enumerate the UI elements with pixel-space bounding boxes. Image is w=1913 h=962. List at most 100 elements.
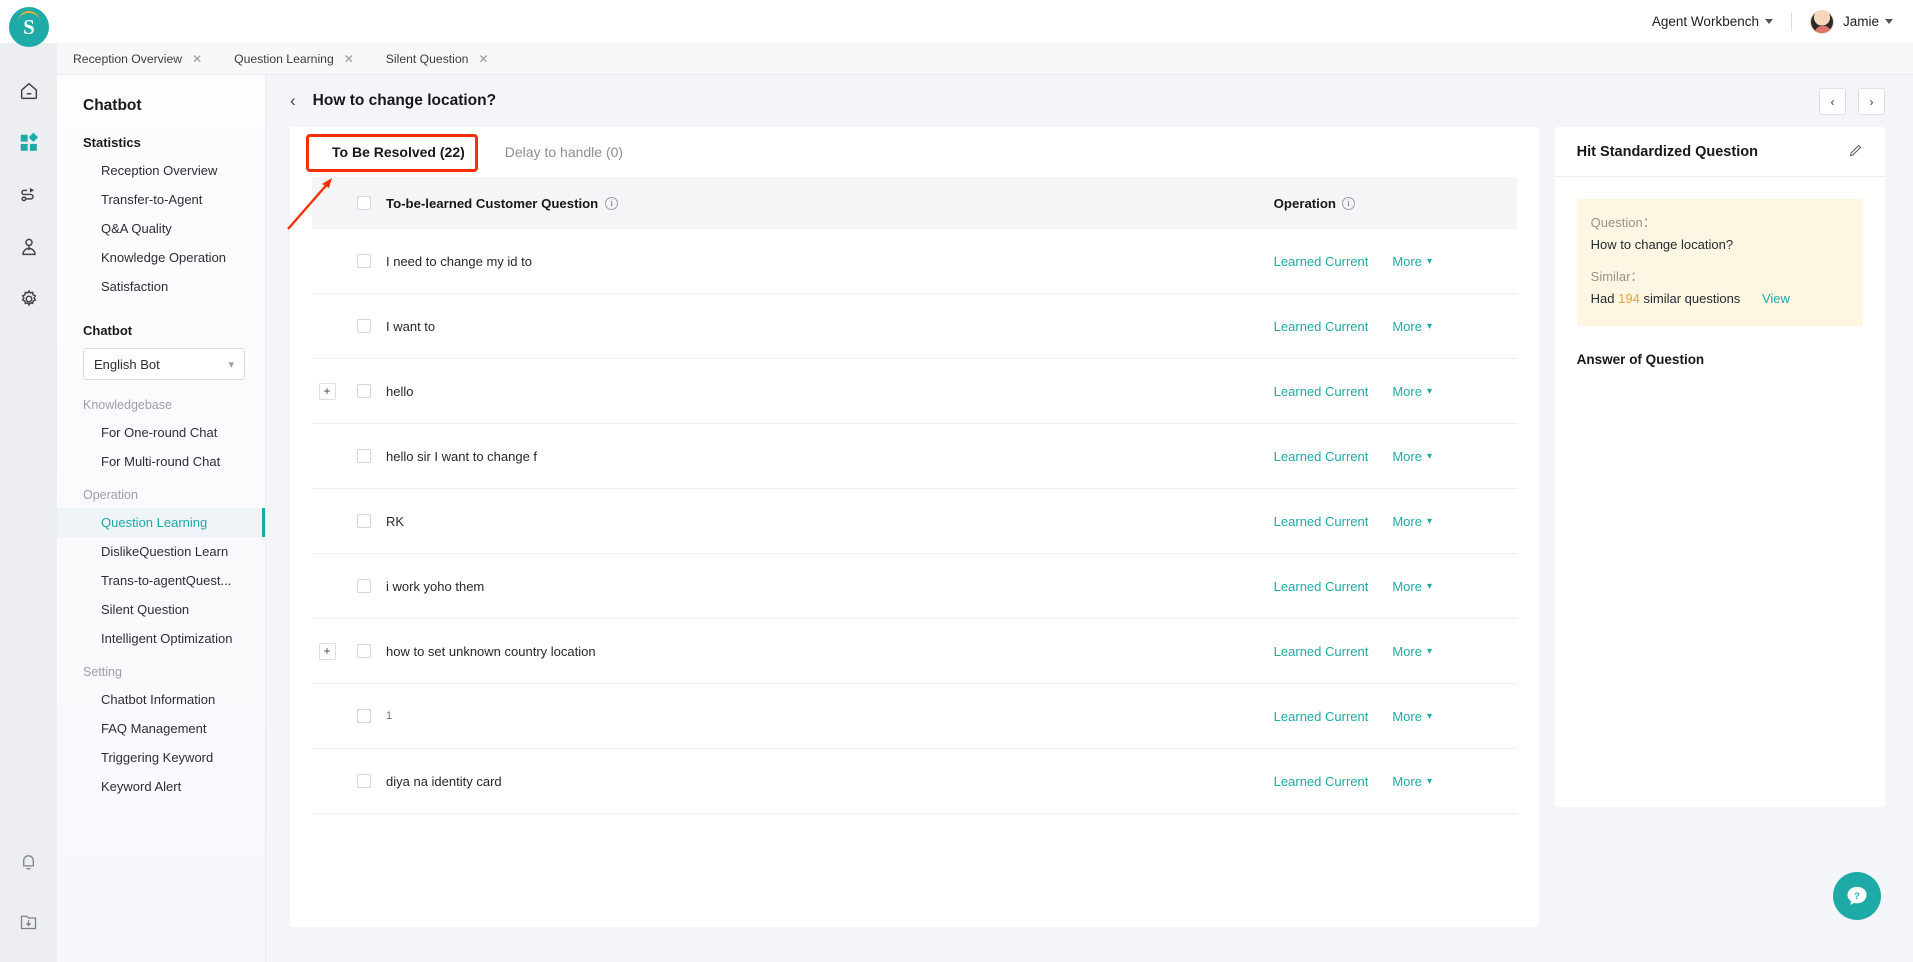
app-logo[interactable]: S [9,7,49,47]
learned-current-link[interactable]: Learned Current [1274,254,1369,269]
row-checkbox[interactable] [357,319,371,333]
more-dropdown[interactable]: More ▾ [1392,709,1432,724]
more-label: More [1392,773,1422,789]
row-checkbox[interactable] [357,579,371,593]
row-checkbox[interactable] [357,449,371,463]
sidebar-group-setting: Setting [83,665,122,679]
apps-icon[interactable] [16,130,42,156]
icon-rail [0,0,57,962]
more-label: More [1392,383,1422,399]
sidebar-item-dislikequestion-learn[interactable]: DislikeQuestion Learn [57,537,265,566]
sidebar-item-faq-management[interactable]: FAQ Management [57,714,265,743]
close-icon[interactable]: ✕ [192,53,202,65]
workspace-tab-label: Silent Question [385,51,469,66]
more-dropdown[interactable]: More ▾ [1392,644,1432,659]
row-checkbox[interactable] [357,709,371,723]
sidebar-item-keyword-alert[interactable]: Keyword Alert [57,772,265,801]
tab-delay-to-handle[interactable]: Delay to handle (0) [485,127,643,177]
sidebar-item-silent-question[interactable]: Silent Question [57,595,265,624]
info-icon[interactable]: i [1341,196,1355,210]
learned-current-link[interactable]: Learned Current [1274,644,1369,659]
table-row[interactable]: + how to set unknown country location Le… [312,619,1517,684]
learned-current-link[interactable]: Learned Current [1274,384,1369,399]
learned-current-link[interactable]: Learned Current [1274,579,1369,594]
previous-button[interactable]: ‹ [1819,88,1846,115]
learned-current-link[interactable]: Learned Current [1274,449,1369,464]
sidebar-item-qa-quality[interactable]: Q&A Quality [57,214,265,243]
more-dropdown[interactable]: More ▾ [1392,579,1432,594]
row-operations: Learned Current More ▾ [1274,319,1517,334]
row-checkbox[interactable] [357,254,371,268]
workspace-tab-silent-question[interactable]: Silent Question ✕ [370,43,505,75]
info-icon[interactable]: i [605,196,619,210]
table-row[interactable]: I want to Learned Current More ▾ [312,294,1517,359]
row-checkbox[interactable] [357,384,371,398]
row-checkbox[interactable] [357,774,371,788]
row-checkbox[interactable] [357,644,371,658]
svg-text:?: ? [1854,891,1860,901]
workflow-icon[interactable] [16,182,42,208]
help-button[interactable]: ? [1833,872,1881,920]
expand-row-button[interactable]: + [318,382,336,400]
sidebar-item-trans-to-agent-question[interactable]: Trans-to-agentQuest... [57,566,265,595]
sidebar-item-transfer-to-agent[interactable]: Transfer-to-Agent [57,185,265,214]
agent-workbench-dropdown[interactable]: Agent Workbench [1652,14,1773,29]
edit-pencil-icon[interactable] [1848,143,1863,161]
view-link[interactable]: View [1762,291,1790,306]
more-label: More [1392,643,1422,659]
table-row[interactable]: 1 Learned Current More ▾ [312,684,1517,749]
sidebar-item-satisfaction[interactable]: Satisfaction [57,272,265,301]
row-question: hello [386,383,414,399]
learned-current-link[interactable]: Learned Current [1274,319,1369,334]
expand-row-button[interactable]: + [318,642,336,660]
workspace-tab-reception-overview[interactable]: Reception Overview ✕ [57,43,218,75]
workspace-tab-question-learning[interactable]: Question Learning ✕ [218,43,370,75]
row-checkbox[interactable] [357,514,371,528]
home-icon[interactable] [16,78,42,104]
more-dropdown[interactable]: More ▾ [1392,384,1432,399]
table-row[interactable]: hello sir I want to change f Learned Cur… [312,424,1517,489]
sidebar-item-intelligent-optimization[interactable]: Intelligent Optimization [57,624,265,653]
gear-icon[interactable] [16,286,42,312]
more-dropdown[interactable]: More ▾ [1392,319,1432,334]
table-row[interactable]: + hello Learned Current More ▾ [312,359,1517,424]
table-row[interactable]: i work yoho them Learned Current More ▾ [312,554,1517,619]
table-row[interactable]: diya na identity card Learned Current Mo… [312,749,1517,814]
bot-select[interactable]: English Bot ▾ [83,348,245,380]
sidebar-item-question-learning[interactable]: Question Learning [57,508,265,537]
similar-section: Similar： Had 194 similar questions View [1591,267,1849,309]
chevron-down-icon: ▾ [1426,320,1432,332]
tab-to-be-resolved[interactable]: To Be Resolved (22) [312,127,485,177]
contact-icon[interactable] [16,234,42,260]
bell-icon[interactable] [16,848,42,874]
table-row[interactable]: I need to change my id to Learned Curren… [312,229,1517,294]
answer-of-question-header: Answer of Question [1576,351,1705,367]
sidebar-item-for-multi-round-chat[interactable]: For Multi-round Chat [57,447,265,476]
sidebar-item-chatbot-information[interactable]: Chatbot Information [57,685,265,714]
row-operations: Learned Current More ▾ [1274,709,1517,724]
next-button[interactable]: › [1858,88,1885,115]
sidebar-item-knowledge-operation[interactable]: Knowledge Operation [57,243,265,272]
more-dropdown[interactable]: More ▾ [1392,254,1432,269]
avatar[interactable] [1809,9,1834,34]
learned-current-link[interactable]: Learned Current [1274,709,1369,724]
more-dropdown[interactable]: More ▾ [1392,514,1432,529]
sidebar-item-reception-overview[interactable]: Reception Overview [57,156,265,185]
table-row[interactable]: RK Learned Current More ▾ [312,489,1517,554]
close-icon[interactable]: ✕ [478,53,488,65]
more-label: More [1392,708,1422,724]
more-dropdown[interactable]: More ▾ [1392,449,1432,464]
back-icon[interactable]: ‹ [290,91,296,111]
sidebar-item-for-one-round-chat[interactable]: For One-round Chat [57,418,265,447]
more-dropdown[interactable]: More ▾ [1392,774,1432,789]
workspace-tab-label: Question Learning [234,51,334,66]
download-folder-icon[interactable] [16,908,42,934]
row-question: RK [386,513,405,529]
sidebar-item-triggering-keyword[interactable]: Triggering Keyword [57,743,265,772]
learned-current-link[interactable]: Learned Current [1274,774,1369,789]
user-chevron-down-icon[interactable] [1885,19,1893,24]
select-all-checkbox[interactable] [357,196,371,210]
learned-current-link[interactable]: Learned Current [1274,514,1369,529]
close-icon[interactable]: ✕ [344,53,354,65]
topbar-divider [1790,12,1792,31]
